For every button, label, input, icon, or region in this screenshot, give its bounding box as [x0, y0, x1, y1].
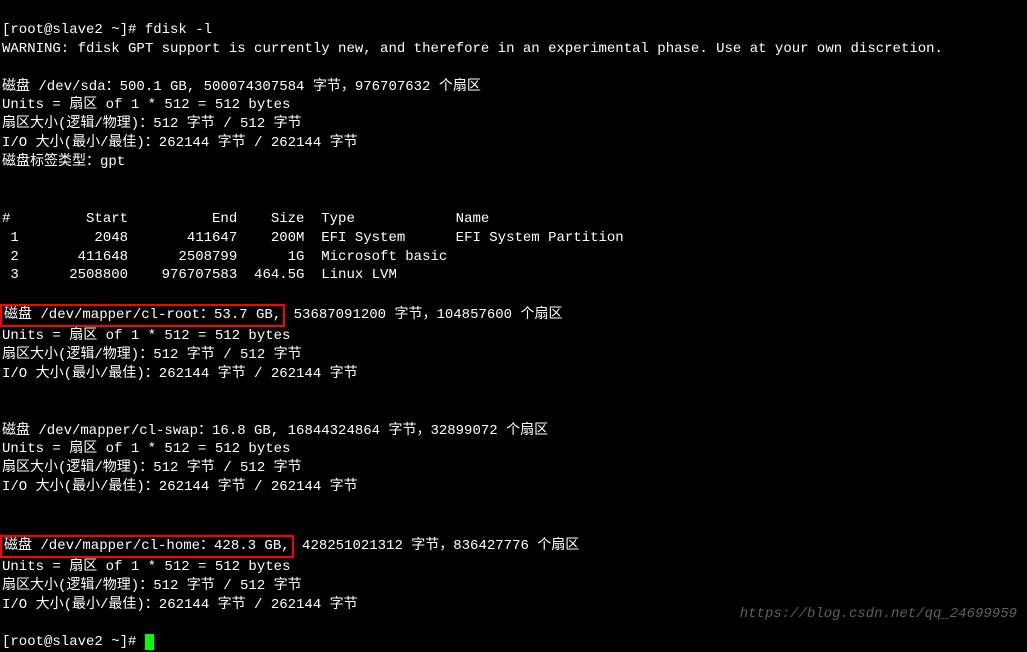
partition-row-3: 3 2508800 976707583 464.5G Linux LVM: [2, 267, 456, 283]
disk-cl-swap-line1: 磁盘 /dev/mapper/cl-swap：16.8 GB, 16844324…: [2, 423, 548, 439]
terminal-cursor[interactable]: [145, 634, 154, 650]
partition-row-1: 1 2048 411647 200M EFI System EFI System…: [2, 230, 624, 246]
disk-sda-units: Units = 扇区 of 1 * 512 = 512 bytes: [2, 97, 290, 113]
disk-cl-root-sector-size: 扇区大小(逻辑/物理)：512 字节 / 512 字节: [2, 347, 302, 363]
disk-sda-line1: 磁盘 /dev/sda：500.1 GB, 500074307584 字节，97…: [2, 79, 481, 95]
disk-cl-root-line1-boxed: 磁盘 /dev/mapper/cl-root：53.7 GB,: [4, 307, 281, 323]
disk-cl-home-sector-size: 扇区大小(逻辑/物理)：512 字节 / 512 字节: [2, 578, 302, 594]
highlight-box-cl-home: 磁盘 /dev/mapper/cl-home：428.3 GB,: [0, 535, 294, 558]
disk-cl-home-units: Units = 扇区 of 1 * 512 = 512 bytes: [2, 559, 290, 575]
disk-cl-root-line1-rest: 53687091200 字节，104857600 个扇区: [285, 307, 562, 323]
disk-cl-home-io-size: I/O 大小(最小/最佳)：262144 字节 / 262144 字节: [2, 597, 358, 613]
shell-prompt-2: [root@slave2 ~]#: [2, 634, 145, 650]
partition-row-2: 2 411648 2508799 1G Microsoft basic: [2, 249, 456, 265]
watermark-text: https://blog.csdn.net/qq_24699959: [740, 605, 1017, 624]
highlight-box-cl-root: 磁盘 /dev/mapper/cl-root：53.7 GB,: [0, 304, 285, 327]
disk-cl-swap-sector-size: 扇区大小(逻辑/物理)：512 字节 / 512 字节: [2, 460, 302, 476]
disk-cl-home-line1-boxed: 磁盘 /dev/mapper/cl-home：428.3 GB,: [4, 538, 290, 554]
terminal-output: [root@slave2 ~]# fdisk -l WARNING: fdisk…: [2, 2, 1025, 652]
disk-cl-swap-io-size: I/O 大小(最小/最佳)：262144 字节 / 262144 字节: [2, 479, 358, 495]
disk-cl-home-line1-rest: 428251021312 字节，836427776 个扇区: [294, 538, 580, 554]
warning-text: WARNING: fdisk GPT support is currently …: [2, 41, 943, 57]
partition-table-header: # Start End Size Type Name: [2, 211, 489, 227]
disk-sda-sector-size: 扇区大小(逻辑/物理)：512 字节 / 512 字节: [2, 116, 302, 132]
disk-cl-swap-units: Units = 扇区 of 1 * 512 = 512 bytes: [2, 441, 290, 457]
disk-cl-root-units: Units = 扇区 of 1 * 512 = 512 bytes: [2, 328, 290, 344]
disk-cl-root-io-size: I/O 大小(最小/最佳)：262144 字节 / 262144 字节: [2, 366, 358, 382]
command-text: fdisk -l: [145, 22, 212, 38]
disk-sda-label-type: 磁盘标签类型：gpt: [2, 154, 125, 170]
shell-prompt: [root@slave2 ~]#: [2, 22, 145, 38]
disk-sda-io-size: I/O 大小(最小/最佳)：262144 字节 / 262144 字节: [2, 135, 358, 151]
